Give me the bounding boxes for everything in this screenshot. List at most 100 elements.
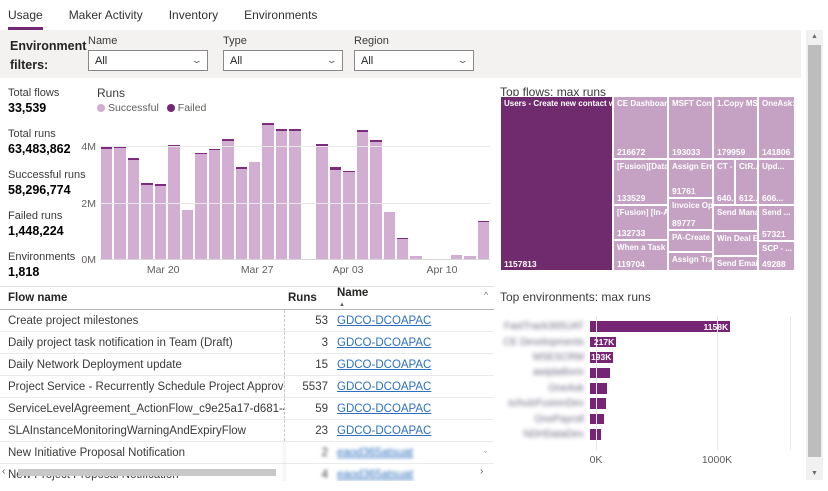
successful-bar-segment[interactable] (127, 159, 140, 260)
successful-bar-segment[interactable] (289, 131, 301, 260)
successful-bar-segment[interactable] (383, 212, 395, 260)
treemap-tile[interactable]: MSFT Contact... 193033 (668, 96, 713, 159)
column-header-name-label: Name (337, 287, 369, 300)
column-header-runs[interactable]: Runs (284, 292, 330, 304)
treemap-tile-label: CT - ... (717, 162, 734, 171)
table-row[interactable]: New Initiative Proposal Notification 2 eao… (0, 442, 494, 464)
successful-bar-segment[interactable] (181, 210, 194, 260)
scrollbar-thumb[interactable] (808, 45, 821, 457)
successful-bar-segment[interactable] (248, 162, 261, 260)
table-scroll-down-icon[interactable]: ˇ (484, 450, 487, 460)
table-row[interactable]: SLAInstanceMonitoringWarningAndExpiryFlo… (0, 420, 494, 442)
successful-bar-segment[interactable] (222, 140, 234, 260)
horizontal-scrollbar-thumb[interactable] (18, 469, 276, 476)
treemap-tile[interactable]: Assign Error T... 91761 (668, 159, 713, 198)
treemap-tile[interactable]: CT - ... 640... (713, 159, 735, 205)
treemap-tile[interactable]: Upd... 606... (758, 159, 795, 205)
treemap-tile[interactable]: Send Email t... (713, 256, 758, 271)
gridline (100, 259, 490, 260)
column-header-flow-name[interactable]: Flow name (0, 292, 284, 304)
table-row[interactable]: Project Service - Recurrently Schedule P… (0, 376, 494, 398)
treemap-tile[interactable]: Invoice Opport... 89777 (668, 198, 713, 230)
tab-maker-activity[interactable]: Maker Activity (69, 8, 143, 30)
cell-runs: 15 (284, 354, 330, 375)
treemap-tile[interactable]: PA-Create Ser... (668, 230, 713, 252)
tab-environments[interactable]: Environments (244, 8, 317, 30)
env-bar[interactable] (590, 383, 607, 394)
treemap-tile[interactable]: 1.Copy MSX ... 179959 (713, 96, 758, 159)
treemap-tile[interactable]: CtR... 612... (735, 159, 758, 205)
treemap-tile-label: Invoice Opport... (672, 201, 712, 210)
environment-link[interactable]: eaod365atsuat (337, 447, 413, 459)
successful-bar-segment[interactable] (477, 221, 490, 260)
table-row[interactable]: ServiceLevelAgreement_ActionFlow_c9e25a1… (0, 398, 494, 420)
successful-bar-segment[interactable] (235, 168, 247, 260)
name-filter-value: All (95, 54, 108, 67)
treemap-tile[interactable]: OneAsk: ... 141806 (758, 96, 795, 159)
treemap-tile[interactable]: Send Manag... (713, 205, 758, 231)
treemap-tile[interactable]: Win Deal Em... (713, 231, 758, 256)
gridline (717, 316, 718, 450)
successful-bar-segment[interactable] (370, 142, 382, 260)
table-row[interactable]: Daily Network Deployment update 15 GDCO-DC… (0, 354, 494, 376)
successful-bar-segment[interactable] (262, 124, 274, 260)
bar-slot (409, 115, 422, 260)
table-row[interactable]: Create project milestones 53 GDCO-DCOAPAC (0, 310, 494, 332)
treemap-tile[interactable]: [Fusion] [In-App N... 132733 (613, 205, 668, 240)
treemap-tile-label: Users - Create new contact when a us... (504, 99, 612, 108)
treemap-tile-value: 89777 (672, 218, 696, 228)
successful-bar-segment[interactable] (329, 170, 342, 260)
treemap-tile[interactable]: Send ... 57321 (758, 205, 795, 241)
treemap-tile[interactable]: SCP - ... 49288 (758, 241, 795, 271)
env-bar[interactable]: 1158K (590, 321, 731, 332)
table-scroll-up-icon[interactable]: ^ (484, 290, 488, 300)
env-bar[interactable] (590, 398, 606, 409)
environment-link[interactable]: GDCO-DCOAPAC (337, 337, 431, 349)
treemap-tile[interactable]: Assign Transac... (668, 252, 713, 271)
env-bar[interactable]: 217K (590, 336, 617, 348)
treemap-tile-label: When a Task Is Cre... (617, 243, 667, 252)
table-row[interactable]: Daily project task notification in Team … (0, 332, 494, 354)
successful-bar-segment[interactable] (208, 149, 221, 260)
treemap-tile[interactable]: [Fusion][Data Upd... 133529 (613, 159, 668, 205)
env-bar[interactable]: 193K (590, 352, 614, 363)
env-bar[interactable] (590, 367, 610, 379)
bar-slot (248, 115, 261, 260)
treemap-tile[interactable]: When a Task Is Cre... 119704 (613, 240, 668, 271)
treemap-tile-label: 1.Copy MSX ... (717, 99, 757, 108)
env-category-label: MSESCRM (532, 351, 584, 363)
environment-link[interactable]: GDCO-DCOAPAC (337, 403, 431, 415)
successful-bar-segment[interactable] (154, 185, 167, 260)
scroll-right-icon[interactable]: › (480, 466, 483, 477)
environment-link[interactable]: GDCO-DCOAPAC (337, 359, 431, 371)
treemap-tile[interactable]: Users - Create new contact when a us... 1… (500, 96, 613, 271)
tab-usage[interactable]: Usage (8, 8, 43, 30)
env-bar-row: FastTrack365UAT 1158K (498, 319, 800, 334)
successful-bar-segment[interactable] (114, 147, 126, 260)
scrollbar-up-icon[interactable]: ▲ (806, 33, 823, 40)
chevron-down-icon: ⌄ (457, 55, 470, 65)
scroll-left-icon[interactable]: ‹ (2, 466, 5, 477)
scrollbar-down-icon[interactable]: ▼ (806, 470, 823, 477)
successful-bar-segment[interactable] (141, 184, 153, 260)
environment-link[interactable]: GDCO-DCOAPAC (337, 315, 431, 327)
environment-link[interactable]: GDCO-DCOAPAC (337, 425, 431, 437)
type-filter-field: Type All ⌄ (223, 35, 343, 71)
environment-link[interactable]: GDCO-DCOAPAC (337, 381, 431, 393)
successful-bar-segment[interactable] (396, 238, 409, 260)
successful-bar-segment[interactable] (195, 154, 207, 260)
successful-bar-segment[interactable] (343, 172, 355, 260)
treemap-tile[interactable]: CE Dashboard Fl... 216672 (613, 96, 668, 159)
treemap-tile-label: PA-Create Ser... (672, 233, 712, 242)
region-filter-dropdown[interactable]: All ⌄ (354, 50, 474, 71)
runs-chart-panel: Runs Successful Failed 0M 2M 4M Mar 20 Mar 27… (74, 85, 494, 285)
name-filter-dropdown[interactable]: All ⌄ (88, 50, 208, 71)
successful-bar-segment[interactable] (275, 130, 288, 260)
column-header-name[interactable]: Name ▲ (330, 288, 368, 308)
successful-bar-segment[interactable] (356, 132, 369, 260)
bar-slot (477, 115, 490, 260)
successful-bar-segment[interactable] (101, 148, 113, 260)
type-filter-dropdown[interactable]: All ⌄ (223, 50, 343, 71)
tab-inventory[interactable]: Inventory (169, 8, 218, 30)
treemap-tile-label: [Fusion] [In-App N... (617, 208, 667, 217)
